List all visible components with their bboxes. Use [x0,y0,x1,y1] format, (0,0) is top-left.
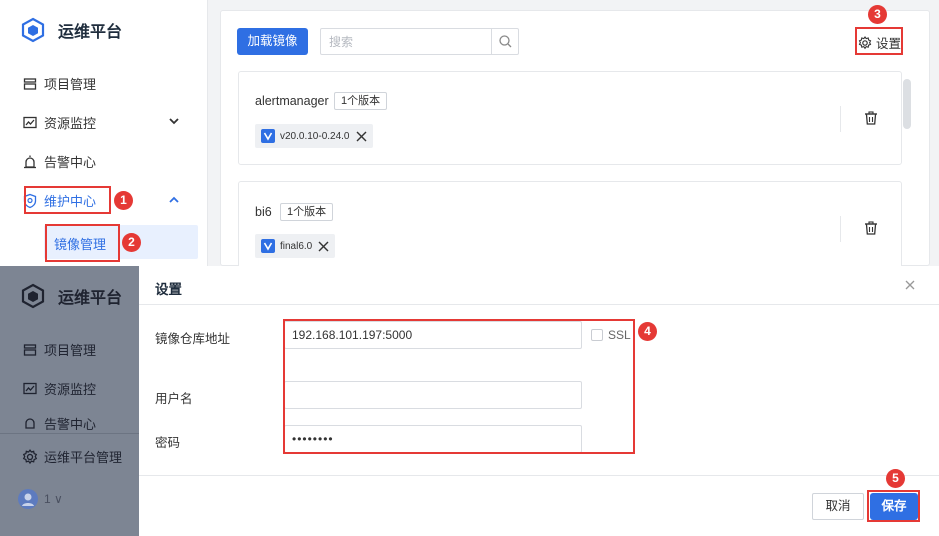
sidebar-item-label: 告警中心 [44,155,97,170]
monitor-chart-icon [23,382,37,394]
trash-icon[interactable] [864,221,878,235]
alarm-icon [25,418,35,429]
annotation-badge-2: 2 [122,233,141,252]
sidebar-item-projects[interactable]: 项目管理 [22,340,96,359]
annotation-box-5 [867,490,920,522]
sidebar-item-monitoring[interactable]: 资源监控 [22,379,96,398]
user-icon [22,493,34,506]
username-label: 用户名 [155,392,193,406]
dialog-title: 设置 [155,282,182,297]
close-icon[interactable] [904,279,916,291]
image-list-panel: 加载镜像 设置 alertmanager 1个版本 v20.0.10-0.24.… [220,10,930,266]
divider [840,106,841,132]
trash-icon[interactable] [864,111,878,125]
dialog-header-divider [139,304,939,305]
version-icon [261,239,275,253]
layers-icon [23,343,37,356]
sidebar-item-alerts[interactable]: 告警中心 [22,416,96,430]
search-box [320,28,519,55]
version-count-badge: 1个版本 [280,203,334,221]
image-name: bi6 [255,205,272,219]
dialog-footer-divider [139,475,939,476]
settings-dialog-screen: 运维平台 项目管理 资源监控 告警中心 运维平台管理 1 ∨ 设置 镜像仓库地址… [0,266,939,536]
chevron-up-icon[interactable] [168,194,180,206]
sidebar-item-label: 资源监控 [44,116,97,131]
image-card: bi6 1个版本 final6.0 [238,181,902,266]
alarm-icon [24,155,36,168]
user-menu[interactable]: 1 ∨ [44,492,63,506]
divider [840,216,841,242]
annotation-box-1 [24,186,111,214]
image-management-screen: 运维平台 项目管理 资源监控 告警中心 维护中心 镜像管理 1 2 加载镜像 搜… [0,0,939,266]
version-tag: final6.0 [255,234,336,258]
load-image-button[interactable]: 加载镜像 [237,28,308,55]
sidebar-item-label: 项目管理 [44,77,97,92]
image-name: alertmanager [255,94,329,108]
version-tag: v20.0.10-0.24.0 [255,124,373,148]
close-icon[interactable] [318,241,329,252]
sidebar-item-platform-admin[interactable]: 运维平台管理 [22,447,122,466]
cancel-button[interactable]: 取消 [812,493,864,520]
version-tag-label: v20.0.10-0.24.0 [280,130,350,142]
annotation-badge-5: 5 [886,469,905,488]
app-title: 运维平台 [58,290,123,307]
registry-address-label: 镜像仓库地址 [155,332,231,346]
version-tag-label: final6.0 [280,240,313,252]
layers-icon [23,77,37,90]
image-card: alertmanager 1个版本 v20.0.10-0.24.0 [238,71,902,165]
version-icon [261,129,275,143]
app-logo-icon [21,283,45,309]
search-input[interactable] [321,29,491,54]
gear-icon [22,448,38,464]
app-logo-icon [21,17,45,43]
annotation-box-4 [283,319,635,454]
brand: 运维平台 [20,17,122,43]
annotation-badge-1: 1 [114,191,133,210]
sidebar-item-label: 项目管理 [44,343,97,358]
avatar[interactable] [18,489,38,509]
app-title: 运维平台 [58,24,123,41]
chevron-down-icon[interactable] [168,115,180,127]
monitor-chart-icon [23,116,37,128]
annotation-box-2 [45,224,120,262]
dimmed-sidebar: 运维平台 项目管理 资源监控 告警中心 运维平台管理 1 ∨ [0,266,139,536]
close-icon[interactable] [356,131,367,142]
sidebar-item-label: 告警中心 [44,416,97,431]
sidebar-item-projects[interactable]: 项目管理 [22,74,96,93]
annotation-badge-4: 4 [638,322,657,341]
sidebar-item-label: 运维平台管理 [44,450,123,465]
divider [0,433,139,434]
annotation-badge-3: 3 [868,5,887,24]
sidebar-item-alerts[interactable]: 告警中心 [22,152,96,171]
search-button[interactable] [491,29,518,54]
search-icon [499,35,512,48]
brand: 运维平台 [20,283,122,309]
sidebar-item-label: 资源监控 [44,382,97,397]
sidebar-item-monitoring[interactable]: 资源监控 [22,113,96,132]
password-label: 密码 [155,436,181,450]
scrollbar[interactable] [903,79,911,129]
annotation-box-3 [855,27,903,55]
version-count-badge: 1个版本 [334,92,388,110]
